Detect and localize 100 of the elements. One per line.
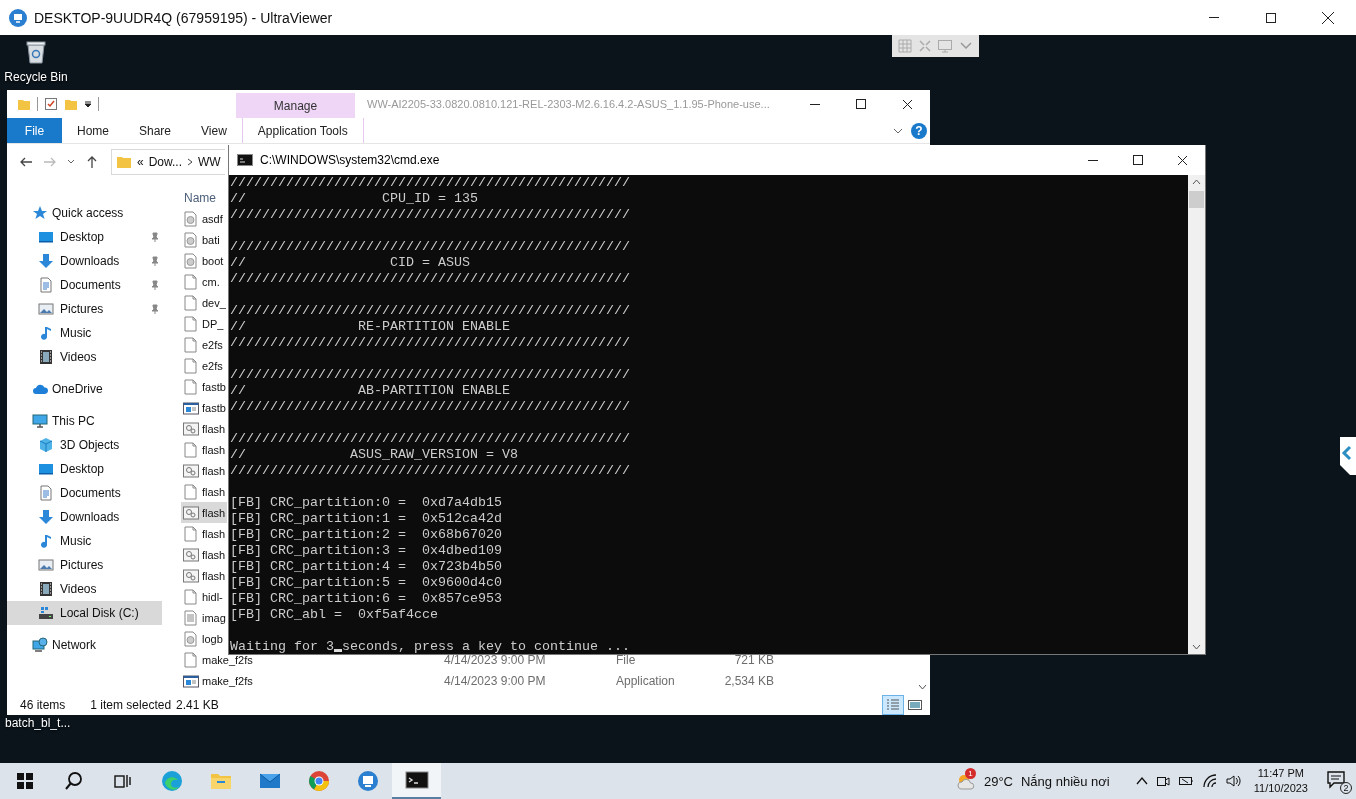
pin-icon[interactable] xyxy=(149,232,159,242)
side-panel-tab-icon[interactable] xyxy=(1340,437,1356,475)
file-row[interactable]: flash xyxy=(181,565,227,586)
file-icon xyxy=(183,294,199,311)
scroll-thumb[interactable] xyxy=(1189,191,1204,208)
file-name: dev_ xyxy=(202,296,226,309)
back-arrow-icon[interactable] xyxy=(19,155,33,169)
nav-item[interactable]: OneDrive xyxy=(7,377,162,401)
taskbar-button[interactable] xyxy=(392,763,441,799)
file-row[interactable]: bati xyxy=(181,229,227,250)
nav-item[interactable]: Downloads xyxy=(7,505,162,529)
pin-icon[interactable] xyxy=(149,304,159,314)
nav-item[interactable]: Videos xyxy=(7,345,162,369)
camera-icon[interactable] xyxy=(1155,774,1170,788)
file-row[interactable]: boot xyxy=(181,250,227,271)
file-row[interactable]: flash xyxy=(181,418,227,439)
console-line: [FB] CRC_partition:6 = 0x857ce953 xyxy=(230,591,502,607)
monitor-icon[interactable] xyxy=(937,39,954,53)
nav-item[interactable]: Documents xyxy=(7,481,162,505)
scroll-down-icon[interactable] xyxy=(918,684,927,690)
weather-text[interactable]: Nắng nhiều nơi xyxy=(1021,773,1110,789)
nav-item[interactable]: Network xyxy=(7,633,162,657)
file-name: flash xyxy=(202,485,226,498)
nav-item[interactable]: Local Disk (C:) xyxy=(7,601,162,625)
type-cell-text: Application xyxy=(616,673,676,688)
file-row[interactable]: flash xyxy=(181,544,227,565)
console-line: [FB] CRC_partition:2 = 0x68b67020 xyxy=(230,527,502,543)
ribbon-tab[interactable]: Application Tools xyxy=(241,118,364,143)
address-bar[interactable]: « Dow... WW xyxy=(111,149,225,175)
file-row[interactable]: fastb xyxy=(181,376,227,397)
download-arrow-icon xyxy=(38,509,54,525)
nav-item[interactable]: Music xyxy=(7,321,162,345)
console-line: [FB] CRC_partition:5 = 0x9600d4c0 xyxy=(230,575,502,591)
file-icon xyxy=(183,588,199,605)
nav-item[interactable]: Documents xyxy=(7,273,162,297)
properties-icon[interactable] xyxy=(44,97,58,111)
file-row[interactable]: flash xyxy=(181,481,227,502)
scrollbar[interactable] xyxy=(1188,175,1205,654)
clock[interactable]: 11:47 PM 11/10/2023 xyxy=(1253,766,1308,796)
nav-item[interactable]: Desktop xyxy=(7,457,162,481)
scroll-down-icon[interactable] xyxy=(1192,644,1201,650)
ribbon-tab[interactable]: Home xyxy=(62,118,124,143)
file-name: imag xyxy=(202,611,226,624)
date-cell-text: 4/14/2023 9:00 PM xyxy=(444,673,547,688)
desktop-icon-label[interactable]: batch_bl_t... xyxy=(5,716,71,730)
file-row[interactable]: cm. xyxy=(181,271,227,292)
file-row[interactable]: e2fs xyxy=(181,334,227,355)
file-name: make_f2fs xyxy=(202,653,253,666)
file-row[interactable]: flash xyxy=(181,502,227,523)
context-tab-header: Manage xyxy=(236,93,355,118)
console-line: // ASUS_RAW_VERSION = V8 xyxy=(230,447,518,463)
desktop-icon-label[interactable]: Recycle Bin xyxy=(4,70,68,84)
nav-item[interactable]: 3D Objects xyxy=(7,433,162,457)
ribbon-tab[interactable]: File xyxy=(7,118,62,143)
file-row[interactable]: flash xyxy=(181,439,227,460)
details-list-icon xyxy=(885,697,901,713)
file-icon xyxy=(183,651,199,668)
document-icon xyxy=(38,277,54,293)
forward-arrow-icon[interactable] xyxy=(43,155,57,169)
file-row[interactable]: dev_ xyxy=(181,292,227,313)
file-row[interactable]: flash xyxy=(181,523,227,544)
column-header[interactable]: Name xyxy=(184,190,216,205)
nav-item[interactable]: Pictures xyxy=(7,553,162,577)
volume-icon[interactable] xyxy=(1225,774,1242,788)
pin-icon[interactable] xyxy=(149,280,159,290)
nav-item[interactable]: This PC xyxy=(7,409,162,433)
file-row[interactable]: make_f2fs 4/14/2023 9:00 PM Application 2,534 KB xyxy=(181,670,911,691)
file-row[interactable]: hidl- xyxy=(181,586,227,607)
ribbon-tab[interactable]: View xyxy=(186,118,242,143)
file-row[interactable]: DP_ xyxy=(181,313,227,334)
file-row[interactable]: imag xyxy=(181,607,227,628)
nav-item[interactable]: Downloads xyxy=(7,249,162,273)
file-row[interactable]: logb xyxy=(181,628,227,649)
scroll-up-icon[interactable] xyxy=(1192,179,1201,185)
disc-file-icon xyxy=(183,630,199,647)
nav-item[interactable]: Videos xyxy=(7,577,162,601)
wifi-icon[interactable] xyxy=(1201,774,1218,788)
pin-icon[interactable] xyxy=(149,256,159,266)
file-row[interactable]: asdf xyxy=(181,208,227,229)
battery-icon[interactable] xyxy=(1177,775,1194,787)
notification-button[interactable]: 2 xyxy=(1326,769,1350,793)
file-icon xyxy=(183,357,199,374)
file-row[interactable]: fastb xyxy=(181,397,227,418)
temperature[interactable]: 29°C xyxy=(983,773,1013,789)
console-line: [FB] CRC_partition:1 = 0x512ca42d xyxy=(230,511,502,527)
help-button[interactable]: ? xyxy=(911,122,927,139)
file-row[interactable]: e2fs xyxy=(181,355,227,376)
dropdown-icon[interactable] xyxy=(84,100,92,108)
browser-icon xyxy=(306,769,331,793)
chevron-down-icon[interactable] xyxy=(67,158,75,166)
chevron-up-icon[interactable] xyxy=(1135,776,1148,786)
nav-item[interactable]: Music xyxy=(7,529,162,553)
up-arrow-icon[interactable] xyxy=(85,155,99,169)
nav-item[interactable]: Quick access xyxy=(7,201,162,225)
folder-icon xyxy=(116,154,132,170)
nav-item[interactable]: Desktop xyxy=(7,225,162,249)
nav-item[interactable]: Pictures xyxy=(7,297,162,321)
file-row[interactable]: flash xyxy=(181,460,227,481)
shrink-arrows-icon[interactable] xyxy=(917,39,932,53)
ribbon-tab[interactable]: Share xyxy=(124,118,187,143)
